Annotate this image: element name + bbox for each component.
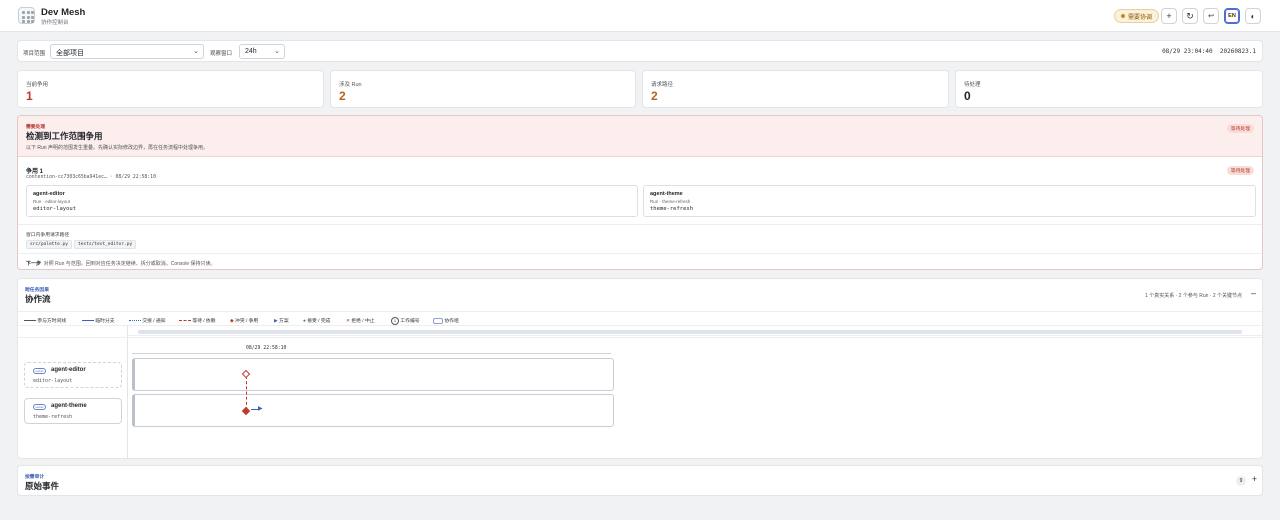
- flow-legend: 参与方时间线 临时分支 交接 / 通知 等待 / 依赖 ◆ 冲突 / 争用 ▶ …: [18, 311, 1262, 326]
- app-subtitle: 协作控制台: [41, 20, 69, 26]
- proposal-play-icon[interactable]: ▶: [258, 405, 263, 412]
- plus-icon: +: [1166, 11, 1172, 21]
- status-badge: 等待处理: [1226, 124, 1254, 133]
- refresh-icon: ↻: [1186, 10, 1194, 21]
- time-axis: [132, 353, 611, 354]
- alert-title: 检测到工作范围争用: [26, 131, 103, 141]
- stat-card-pending: 待处理 0: [955, 70, 1263, 108]
- collaboration-flow-panel: 跨任务因果 协作流 1 个真实关系 · 2 个参与 Run · 2 个关键节点 …: [17, 278, 1263, 459]
- group-box-icon: [433, 317, 443, 324]
- legend-handoff: 交接 / 通知: [129, 317, 166, 324]
- flow-title: 协作流: [25, 294, 51, 304]
- stat-value: 1: [26, 89, 33, 103]
- stat-card-paths: 请求路径 2: [642, 70, 949, 108]
- diamond-icon: ◆: [230, 319, 234, 324]
- collapse-button[interactable]: –: [1251, 288, 1256, 298]
- dot-icon: ●: [303, 319, 306, 324]
- top-bar: Dev Mesh 协作控制台 需要协调 + ↻ ↩ EN ◐: [0, 0, 1280, 32]
- timeline-scroll-track[interactable]: [128, 327, 1262, 336]
- stat-value: 2: [339, 89, 346, 103]
- status-dot-icon: [1121, 14, 1125, 18]
- legend-reject: ✕ 拒绝 / 中止: [346, 319, 375, 324]
- play-icon: ▶: [274, 319, 278, 324]
- timeline-scrollbar[interactable]: [138, 330, 1242, 334]
- refresh-button[interactable]: ↻: [1182, 8, 1198, 24]
- divider: [18, 253, 1262, 254]
- conflict-link: [246, 376, 247, 410]
- legend-group: 协作组: [433, 317, 459, 324]
- coordination-status-badge[interactable]: 需要协调: [1114, 9, 1160, 23]
- add-button[interactable]: +: [1161, 8, 1177, 24]
- contention-id: contention-cc7303c65ba941ec… · 08/29 22:…: [26, 175, 156, 180]
- flow-summary: 1 个真实关系 · 2 个参与 Run · 2 个关键节点: [1145, 293, 1242, 299]
- window-select[interactable]: 24h ⌄: [239, 44, 285, 59]
- lane-agent-theme: [132, 394, 614, 427]
- legend-conflict: ◆ 冲突 / 争用: [230, 319, 259, 324]
- clock-readout: 08/29 23:04:40 20260823.1: [1162, 48, 1256, 55]
- alert-description: 以下 Run 声明的范围发生重叠。先确认实际修改边界，再在任务流程中处理争用。: [26, 145, 208, 151]
- stat-value: 2: [651, 89, 658, 103]
- status-badge: 等待处理: [1226, 166, 1254, 175]
- next-step: 下一步 对照 Run 与范围。回到对应任务决定继续、拆分或取消。Console …: [26, 261, 216, 267]
- cross-icon: ✕: [346, 319, 351, 324]
- divider: [18, 224, 1262, 225]
- handoff-link: [251, 409, 258, 410]
- chevron-down-icon: ⌄: [274, 48, 280, 55]
- raw-events-panel: 按需审计 原始事件 9 +: [17, 465, 1263, 496]
- timeline-timestamp: 08/29 22:58:10: [246, 346, 287, 351]
- contention-alert-panel: 需要处理 检测到工作范围争用 以下 Run 声明的范围发生重叠。先确认实际修改边…: [17, 115, 1263, 270]
- raw-events-title: 原始事件: [25, 481, 60, 491]
- lane-label-agent-theme[interactable]: owner agent-theme theme-refresh: [24, 398, 122, 424]
- lane-divider: [127, 326, 128, 458]
- stat-card-contention: 当前争用 1: [17, 70, 324, 108]
- event-count-badge: 9: [1236, 476, 1246, 486]
- back-button[interactable]: ↩: [1203, 8, 1219, 24]
- number-circle-icon: 1: [391, 317, 399, 325]
- path-chip[interactable]: src/palette.py: [26, 240, 72, 249]
- lane-agent-editor: [132, 358, 614, 391]
- path-chip[interactable]: tests/test_editor.py: [74, 240, 137, 249]
- legend-timeline: 参与方时间线: [24, 317, 66, 324]
- app-title: Dev Mesh: [41, 7, 86, 18]
- contrast-icon: ◐: [1250, 11, 1256, 21]
- paths-label: 窗口内争用请求路径: [26, 233, 70, 238]
- theme-toggle-button[interactable]: ◐: [1245, 8, 1261, 24]
- chevron-down-icon: ⌄: [193, 48, 199, 55]
- return-icon: ↩: [1208, 13, 1214, 20]
- filter-bar: 项目范围 全部项目 ⌄ 观察窗口 24h ⌄ 08/29 23:04:40 20…: [17, 40, 1263, 62]
- run-card-agent-theme[interactable]: agent-theme Run · theme-refresh theme-re…: [643, 185, 1256, 217]
- app-logo-icon: [18, 7, 35, 24]
- legend-accept: ● 接受 / 完成: [303, 319, 331, 324]
- stat-card-runs: 涉及 Run 2: [330, 70, 636, 108]
- stat-value: 0: [964, 89, 971, 103]
- legend-wait: 等待 / 依赖: [179, 317, 216, 324]
- lane-label-agent-editor[interactable]: owner agent-editor editor-layout: [24, 362, 122, 388]
- legend-work-number: 1 工作编号: [391, 317, 420, 325]
- legend-branch: 临时分支: [82, 317, 115, 324]
- run-card-agent-editor[interactable]: agent-editor Run · editor-layout editor-…: [26, 185, 638, 217]
- legend-proposal: ▶ 方案: [274, 319, 289, 324]
- scope-select[interactable]: 全部项目 ⌄: [50, 44, 204, 59]
- language-toggle-button[interactable]: EN: [1224, 8, 1240, 24]
- contention-title: 争用 1: [26, 169, 44, 175]
- expand-button[interactable]: +: [1252, 474, 1257, 484]
- window-label: 观察窗口: [210, 51, 233, 57]
- scope-label: 项目范围: [23, 51, 46, 57]
- alert-header: 需要处理 检测到工作范围争用 以下 Run 声明的范围发生重叠。先确认实际修改边…: [18, 116, 1262, 157]
- divider: [18, 337, 1262, 338]
